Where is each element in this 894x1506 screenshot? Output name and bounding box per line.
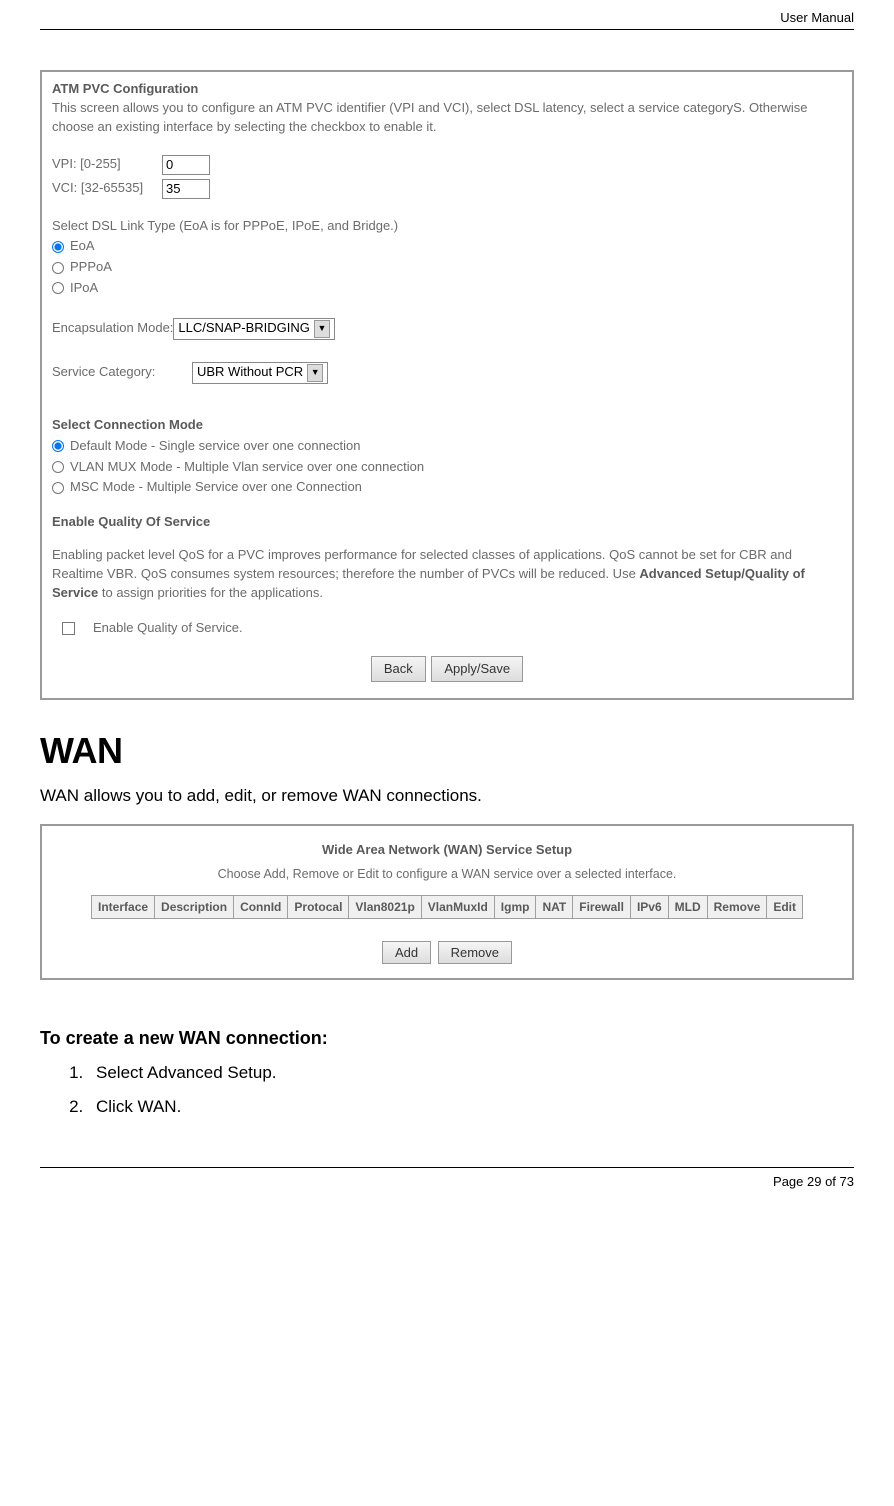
remove-button[interactable]: Remove [438,941,512,964]
wan-service-panel: Wide Area Network (WAN) Service Setup Ch… [40,824,854,980]
radio-ipoa[interactable] [52,282,64,294]
col-vlanmuxid: VlanMuxId [421,896,494,919]
col-mld: MLD [668,896,707,919]
conn-mode-label: MSC Mode - Multiple Service over one Con… [70,478,362,497]
svc-cat-value: UBR Without PCR [197,363,303,382]
col-firewall: Firewall [573,896,631,919]
page-footer: Page 29 of 73 [40,1167,854,1209]
page-header: User Manual [40,0,854,30]
radio-default-mode[interactable] [52,440,64,452]
add-button[interactable]: Add [382,941,431,964]
wan-heading: WAN [40,730,854,772]
dsl-option-eoa[interactable]: EoA [52,237,842,256]
qos-checkbox[interactable] [62,622,75,635]
back-button[interactable]: Back [371,656,426,683]
conn-mode-label: Default Mode - Single service over one c… [70,437,361,456]
radio-eoa[interactable] [52,241,64,253]
vpi-input[interactable] [162,155,210,175]
qos-desc: Enabling packet level QoS for a PVC impr… [52,546,842,603]
radio-vlan-mode[interactable] [52,461,64,473]
vpi-label: VPI: [0-255] [52,155,162,174]
wan-button-row: Add Remove [48,941,846,964]
step-1: Select Advanced Setup. [88,1063,854,1083]
qos-checkbox-label: Enable Quality of Service. [93,619,243,638]
col-description: Description [155,896,234,919]
conn-mode-title: Select Connection Mode [52,416,842,435]
dsl-option-label: EoA [70,237,95,256]
col-interface: Interface [92,896,155,919]
col-nat: NAT [536,896,573,919]
chevron-down-icon: ▼ [314,320,330,338]
radio-pppoa[interactable] [52,262,64,274]
encap-label: Encapsulation Mode: [52,319,173,338]
qos-title: Enable Quality Of Service [52,513,842,532]
chevron-down-icon: ▼ [307,364,323,382]
col-vlan8021p: Vlan8021p [349,896,421,919]
col-igmp: Igmp [494,896,536,919]
wan-panel-title: Wide Area Network (WAN) Service Setup [48,842,846,857]
col-connid: ConnId [234,896,288,919]
conn-mode-label: VLAN MUX Mode - Multiple Vlan service ov… [70,458,424,477]
dsl-option-label: IPoA [70,279,98,298]
page-number: Page 29 of 73 [773,1174,854,1189]
vci-input[interactable] [162,179,210,199]
col-protocal: Protocal [288,896,349,919]
create-wan-heading: To create a new WAN connection: [40,1028,854,1049]
radio-msc-mode[interactable] [52,482,64,494]
apply-save-button[interactable]: Apply/Save [431,656,523,683]
wan-panel-subtitle: Choose Add, Remove or Edit to configure … [48,867,846,881]
dsl-option-pppoa[interactable]: PPPoA [52,258,842,277]
atm-pvc-panel: ATM PVC Configuration This screen allows… [40,70,854,700]
atm-title: ATM PVC Configuration [52,80,842,99]
atm-intro: This screen allows you to configure an A… [52,99,842,137]
vci-label: VCI: [32-65535] [52,179,162,198]
col-edit: Edit [767,896,803,919]
qos-desc-post: to assign priorities for the application… [98,585,323,600]
vci-row: VCI: [32-65535] [52,179,842,199]
dsl-option-ipoa[interactable]: IPoA [52,279,842,298]
wan-intro: WAN allows you to add, edit, or remove W… [40,786,854,806]
wan-table: Interface Description ConnId Protocal Vl… [91,895,803,919]
col-remove: Remove [707,896,767,919]
step-2: Click WAN. [88,1097,854,1117]
col-ipv6: IPv6 [630,896,668,919]
svc-cat-select[interactable]: UBR Without PCR ▼ [192,362,328,384]
dsl-link-label: Select DSL Link Type (EoA is for PPPoE, … [52,217,842,236]
conn-mode-default[interactable]: Default Mode - Single service over one c… [52,437,842,456]
atm-button-row: Back Apply/Save [52,656,842,683]
encap-row: Encapsulation Mode: LLC/SNAP-BRIDGING ▼ [52,318,842,340]
doc-type-label: User Manual [780,10,854,25]
svc-cat-label: Service Category: [52,363,192,382]
conn-mode-vlan[interactable]: VLAN MUX Mode - Multiple Vlan service ov… [52,458,842,477]
steps-list: Select Advanced Setup. Click WAN. [40,1063,854,1117]
encap-value: LLC/SNAP-BRIDGING [178,319,309,338]
vpi-row: VPI: [0-255] [52,155,842,175]
encap-select[interactable]: LLC/SNAP-BRIDGING ▼ [173,318,334,340]
dsl-option-label: PPPoA [70,258,112,277]
wan-table-header-row: Interface Description ConnId Protocal Vl… [92,896,803,919]
conn-mode-msc[interactable]: MSC Mode - Multiple Service over one Con… [52,478,842,497]
qos-checkbox-row[interactable]: Enable Quality of Service. [52,619,842,638]
svc-cat-row: Service Category: UBR Without PCR ▼ [52,362,842,384]
